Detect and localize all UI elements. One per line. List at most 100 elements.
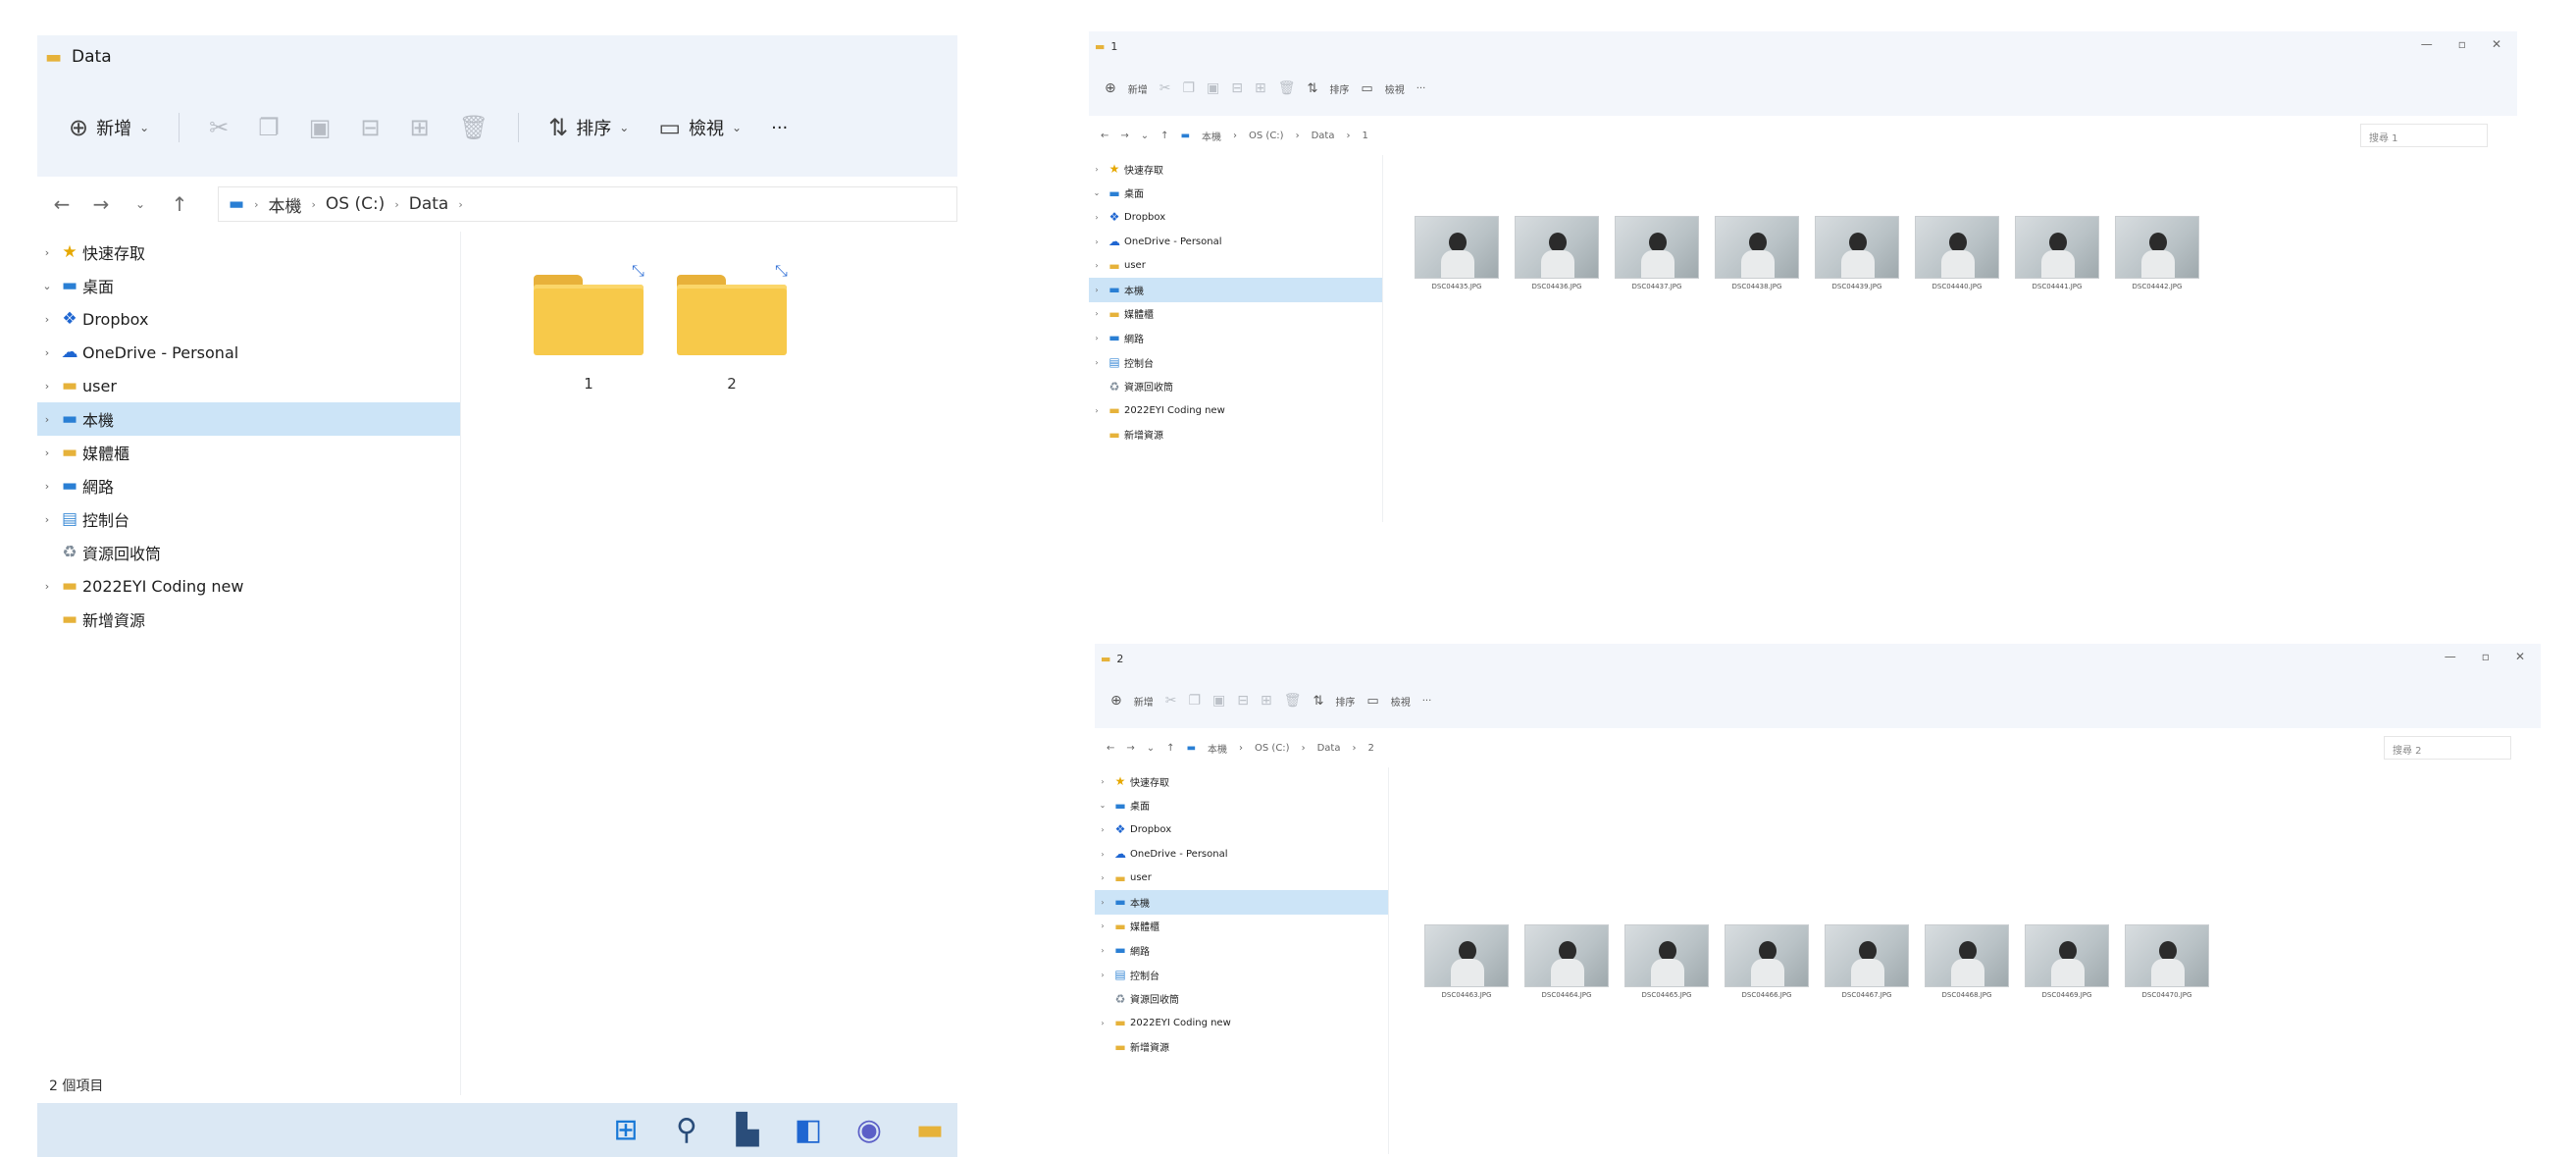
more-button[interactable]: ···: [763, 108, 796, 147]
chevron-icon[interactable]: ›: [1089, 334, 1105, 342]
more-icon[interactable]: ···: [1422, 696, 1432, 707]
chevron-icon[interactable]: ›: [37, 413, 57, 426]
image-file-item[interactable]: DSC04435.JPG: [1415, 216, 1499, 294]
cut-icon[interactable]: ✂: [1165, 693, 1177, 709]
nav-item[interactable]: ▬ 新增資源: [1089, 423, 1382, 447]
chevron-icon[interactable]: ›: [1095, 850, 1110, 859]
breadcrumb-item[interactable]: Data: [1317, 743, 1341, 754]
nav-item[interactable]: ♻ 資源回收筒: [1095, 986, 1388, 1011]
nav-item[interactable]: › ▬ 2022EYI Coding new: [1095, 1011, 1388, 1035]
chevron-icon[interactable]: ›: [1089, 358, 1105, 367]
chevron-icon[interactable]: ›: [1095, 898, 1110, 907]
up-arrow-icon[interactable]: ↑: [169, 192, 190, 216]
folder-item-2[interactable]: ⤡ 2: [677, 261, 804, 404]
image-file-item[interactable]: DSC04442.JPG: [2115, 216, 2199, 294]
nav-item[interactable]: › ▬ 本機: [37, 402, 460, 436]
chevron-icon[interactable]: ›: [1089, 286, 1105, 294]
chevron-icon[interactable]: ⌄: [1089, 188, 1105, 197]
image-file-item[interactable]: DSC04436.JPG: [1515, 216, 1599, 294]
recent-chevron-icon[interactable]: ⌄: [129, 197, 151, 211]
forward-arrow-icon[interactable]: →: [90, 192, 112, 216]
breadcrumb-item[interactable]: Data: [409, 194, 449, 214]
chevron-icon[interactable]: ›: [1095, 777, 1110, 786]
copy-icon[interactable]: ❐: [1188, 693, 1201, 709]
new-label[interactable]: 新增: [1128, 81, 1148, 96]
breadcrumb-item[interactable]: 2: [1367, 743, 1373, 754]
chevron-icon[interactable]: ›: [1089, 237, 1105, 246]
sort-label[interactable]: 排序: [1335, 694, 1355, 709]
nav-item[interactable]: › ▬ 媒體櫃: [37, 436, 460, 469]
breadcrumb-item[interactable]: 本機: [1202, 129, 1221, 143]
nav-item[interactable]: ♻ 資源回收筒: [37, 536, 460, 569]
chevron-icon[interactable]: ›: [37, 447, 57, 459]
nav-item[interactable]: › ★ 快速存取: [1089, 157, 1382, 182]
nav-item[interactable]: › ❖ Dropbox: [1089, 205, 1382, 230]
forward-arrow-icon[interactable]: →: [1126, 743, 1134, 754]
nav-item[interactable]: › ▬ 網路: [1089, 326, 1382, 350]
sort-icon[interactable]: ⇅: [1308, 81, 1318, 96]
nav-item[interactable]: › ▬ user: [1089, 253, 1382, 278]
rename-icon[interactable]: ⊟: [1231, 80, 1243, 96]
more-icon[interactable]: ···: [1417, 83, 1426, 94]
nav-item[interactable]: ▬ 新增資源: [1095, 1035, 1388, 1060]
image-file-item[interactable]: DSC04437.JPG: [1615, 216, 1699, 294]
trash-icon[interactable]: 🗑: [1284, 693, 1302, 709]
chevron-icon[interactable]: ›: [37, 313, 57, 326]
maximize-icon[interactable]: ▫: [2482, 650, 2490, 663]
recent-chevron-icon[interactable]: ⌄: [1147, 743, 1155, 754]
up-arrow-icon[interactable]: ↑: [1166, 743, 1174, 754]
nav-item[interactable]: › ▬ 媒體櫃: [1089, 302, 1382, 327]
image-file-item[interactable]: DSC04470.JPG: [2125, 924, 2209, 1003]
image-file-item[interactable]: DSC04467.JPG: [1825, 924, 1909, 1003]
image-file-item[interactable]: DSC04440.JPG: [1915, 216, 1999, 294]
file-explorer-icon[interactable]: ▬: [912, 1113, 948, 1147]
view-label[interactable]: 檢視: [1391, 694, 1411, 709]
nav-item[interactable]: › ▬ 網路: [37, 469, 460, 502]
chevron-icon[interactable]: ›: [1089, 165, 1105, 174]
nav-item[interactable]: › ❖ Dropbox: [37, 302, 460, 336]
view-icon[interactable]: ▭: [1366, 694, 1378, 709]
chevron-icon[interactable]: ›: [37, 246, 57, 259]
close-icon[interactable]: ✕: [2515, 650, 2525, 663]
back-arrow-icon[interactable]: ←: [1101, 131, 1108, 141]
breadcrumb-item[interactable]: Data: [1312, 131, 1335, 141]
image-file-item[interactable]: DSC04463.JPG: [1424, 924, 1509, 1003]
plus-circle-icon[interactable]: ⊕: [1105, 80, 1116, 96]
paste-icon[interactable]: ▣: [1207, 80, 1219, 96]
image-file-item[interactable]: DSC04469.JPG: [2025, 924, 2109, 1003]
windows-start-icon[interactable]: ⊞: [608, 1113, 644, 1147]
close-icon[interactable]: ✕: [2492, 37, 2501, 51]
chevron-icon[interactable]: ›: [37, 513, 57, 526]
image-file-item[interactable]: DSC04468.JPG: [1925, 924, 2009, 1003]
chevron-icon[interactable]: ›: [1095, 946, 1110, 955]
view-label[interactable]: 檢視: [1385, 81, 1405, 96]
widgets-icon[interactable]: ◧: [791, 1113, 826, 1147]
rename-button[interactable]: ⊟: [352, 108, 387, 147]
breadcrumb[interactable]: ▬ › 本機 › OS (C:) › Data ›: [218, 186, 957, 222]
cut-icon[interactable]: ✂: [1159, 80, 1171, 96]
chevron-icon[interactable]: ›: [1095, 1019, 1110, 1027]
nav-item[interactable]: ⌄ ▬ 桌面: [37, 269, 460, 302]
chevron-icon[interactable]: ›: [37, 346, 57, 359]
cut-button[interactable]: ✂: [201, 108, 236, 147]
breadcrumb-item[interactable]: 本機: [268, 192, 301, 217]
folder-item-1[interactable]: ⤡ 1: [534, 261, 661, 404]
breadcrumb-item[interactable]: OS (C:): [1249, 131, 1284, 141]
breadcrumb-item[interactable]: 本機: [1208, 741, 1227, 756]
nav-item[interactable]: › ★ 快速存取: [1095, 769, 1388, 794]
chevron-icon[interactable]: ⌄: [37, 280, 57, 292]
nav-item[interactable]: › ★ 快速存取: [37, 236, 460, 269]
image-file-item[interactable]: DSC04466.JPG: [1725, 924, 1809, 1003]
delete-button[interactable]: 🗑: [451, 108, 496, 147]
share-icon[interactable]: ⊞: [1261, 693, 1272, 709]
chevron-icon[interactable]: ›: [1089, 213, 1105, 222]
chevron-icon[interactable]: ›: [37, 380, 57, 393]
maximize-icon[interactable]: ▫: [2458, 37, 2466, 51]
chevron-icon[interactable]: ›: [1089, 261, 1105, 270]
minimize-icon[interactable]: —: [2445, 650, 2456, 663]
nav-item[interactable]: › ▬ user: [1095, 866, 1388, 890]
chevron-icon[interactable]: ›: [1089, 406, 1105, 415]
chevron-icon[interactable]: ›: [1089, 309, 1105, 318]
paste-button[interactable]: ▣: [301, 108, 339, 147]
chevron-icon[interactable]: ›: [37, 580, 57, 593]
